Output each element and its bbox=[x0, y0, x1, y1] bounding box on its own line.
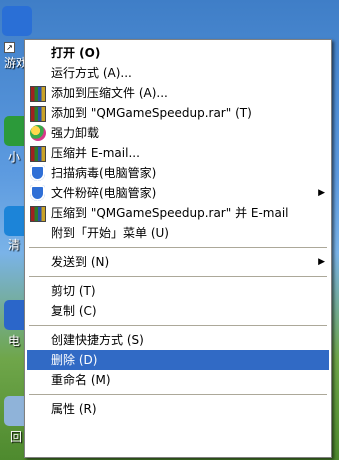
menu-item-label: 打开 (O) bbox=[51, 46, 101, 60]
menu-item-send-to[interactable]: 发送到 (N) ▶ bbox=[27, 252, 329, 272]
menu-item-label: 压缩到 "QMGameSpeedup.rar" 并 E-mail bbox=[51, 206, 289, 220]
menu-item-label: 文件粉碎(电脑管家) bbox=[51, 186, 157, 200]
menu-item-label: 剪切 (T) bbox=[51, 284, 96, 298]
winrar-icon bbox=[30, 86, 46, 102]
desktop-icon-label: 小 bbox=[8, 150, 21, 164]
menu-item-label: 压缩并 E-mail... bbox=[51, 146, 140, 160]
menu-item-rename[interactable]: 重命名 (M) bbox=[27, 370, 329, 390]
menu-item-cut[interactable]: 剪切 (T) bbox=[27, 281, 329, 301]
menu-item-label: 添加到 "QMGameSpeedup.rar" (T) bbox=[51, 106, 252, 120]
menu-item-label: 属性 (R) bbox=[51, 402, 97, 416]
menu-item-copy[interactable]: 复制 (C) bbox=[27, 301, 329, 321]
menu-item-label: 附到「开始」菜单 (U) bbox=[51, 226, 169, 240]
menu-item-add-to-rar[interactable]: 添加到 "QMGameSpeedup.rar" (T) bbox=[27, 103, 329, 123]
winrar-icon bbox=[30, 206, 46, 222]
menu-separator bbox=[29, 247, 327, 248]
menu-item-label: 发送到 (N) bbox=[51, 255, 110, 269]
menu-item-label: 重命名 (M) bbox=[51, 373, 111, 387]
menu-item-open[interactable]: 打开 (O) bbox=[27, 43, 329, 63]
submenu-arrow-icon: ▶ bbox=[318, 188, 325, 198]
menu-item-properties[interactable]: 属性 (R) bbox=[27, 399, 329, 419]
menu-item-label: 删除 (D) bbox=[51, 353, 98, 367]
desktop-icon-label: 电 bbox=[8, 334, 21, 348]
menu-item-label: 复制 (C) bbox=[51, 304, 97, 318]
menu-item-add-to-archive[interactable]: 添加到压缩文件 (A)... bbox=[27, 83, 329, 103]
menu-item-compress-to-rar-email[interactable]: 压缩到 "QMGameSpeedup.rar" 并 E-mail bbox=[27, 203, 329, 223]
menu-item-pin-start-menu[interactable]: 附到「开始」菜单 (U) bbox=[27, 223, 329, 243]
desktop-icon-label: 清 bbox=[8, 238, 21, 252]
uninstall-icon bbox=[30, 125, 46, 141]
menu-separator bbox=[29, 276, 327, 277]
desktop-icon-label: 回 bbox=[10, 430, 23, 444]
submenu-arrow-icon: ▶ bbox=[318, 257, 325, 267]
menu-item-delete[interactable]: 删除 (D) bbox=[27, 350, 329, 370]
menu-item-create-shortcut[interactable]: 创建快捷方式 (S) bbox=[27, 330, 329, 350]
menu-item-file-shred[interactable]: 文件粉碎(电脑管家) ▶ bbox=[27, 183, 329, 203]
menu-item-run-as[interactable]: 运行方式 (A)... bbox=[27, 63, 329, 83]
menu-item-label: 创建快捷方式 (S) bbox=[51, 333, 144, 347]
menu-item-label: 扫描病毒(电脑管家) bbox=[51, 166, 157, 180]
menu-item-force-uninstall[interactable]: 强力卸载 bbox=[27, 123, 329, 143]
shortcut-arrow-icon: ↗ bbox=[4, 42, 15, 53]
game-speedup-icon bbox=[2, 6, 32, 36]
menu-item-label: 添加到压缩文件 (A)... bbox=[51, 86, 168, 100]
menu-item-scan-virus[interactable]: 扫描病毒(电脑管家) bbox=[27, 163, 329, 183]
desktop-icon-game-speedup[interactable]: ↗ 游戏 bbox=[0, 6, 34, 70]
menu-separator bbox=[29, 394, 327, 395]
shield-icon bbox=[30, 185, 45, 201]
menu-item-label: 强力卸载 bbox=[51, 126, 100, 140]
context-menu: 打开 (O) 运行方式 (A)... 添加到压缩文件 (A)... 添加到 "Q… bbox=[24, 39, 332, 458]
menu-item-compress-email[interactable]: 压缩并 E-mail... bbox=[27, 143, 329, 163]
shield-icon bbox=[30, 165, 45, 181]
winrar-icon bbox=[30, 146, 46, 162]
menu-item-label: 运行方式 (A)... bbox=[51, 66, 132, 80]
winrar-icon bbox=[30, 106, 46, 122]
menu-separator bbox=[29, 325, 327, 326]
